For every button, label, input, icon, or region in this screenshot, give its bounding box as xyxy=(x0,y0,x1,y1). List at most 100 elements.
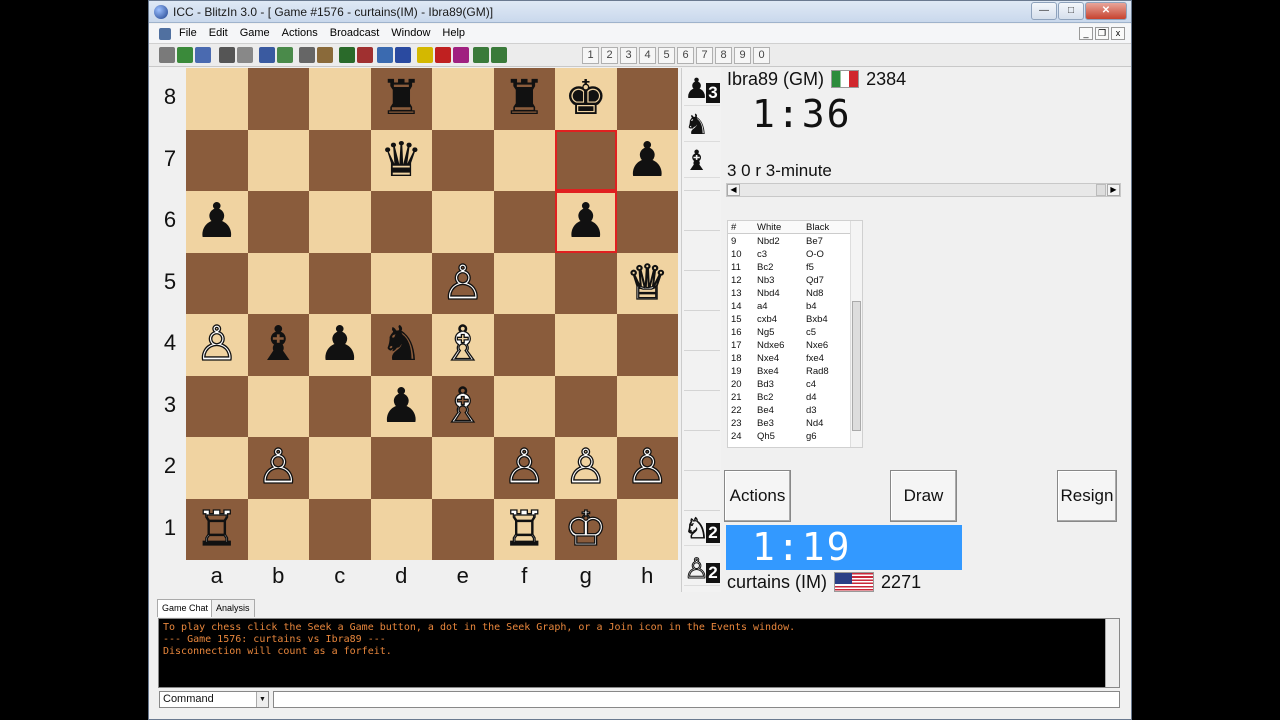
scroll-left-icon[interactable]: ◀ xyxy=(727,184,740,196)
command-input[interactable] xyxy=(273,691,1120,708)
white-move[interactable]: c3 xyxy=(757,249,767,260)
white-move[interactable]: Qh5 xyxy=(757,431,775,442)
black-rook-f8[interactable]: ♜ xyxy=(494,68,556,130)
black-move[interactable]: d3 xyxy=(806,405,817,416)
seek-icon[interactable] xyxy=(259,47,275,63)
square-a3[interactable] xyxy=(186,375,248,437)
move-row[interactable]: 12 Nb3 Qd7 xyxy=(728,274,852,287)
move-row[interactable]: 20 Bd3 c4 xyxy=(728,378,852,391)
new-board-icon[interactable] xyxy=(159,47,175,63)
resign-button[interactable]: Resign xyxy=(1057,470,1117,522)
game2-icon[interactable] xyxy=(453,47,469,63)
chat-scrollbar[interactable] xyxy=(1105,619,1119,687)
square-c2[interactable] xyxy=(309,437,371,499)
black-pawn-d3[interactable]: ♟ xyxy=(371,376,433,438)
tab-game-chat[interactable]: Game Chat xyxy=(157,599,214,617)
game-slot-5-button[interactable]: 5 xyxy=(658,47,675,64)
black-bishop-b4[interactable]: ♝ xyxy=(248,314,310,376)
black-move[interactable]: Nd4 xyxy=(806,418,823,429)
move-row[interactable]: 14 a4 b4 xyxy=(728,300,852,313)
observe-icon[interactable] xyxy=(357,47,373,63)
minimize-button[interactable]: — xyxy=(1031,2,1057,20)
move-row[interactable]: 23 Be3 Nd4 xyxy=(728,417,852,430)
black-move[interactable]: Nxe6 xyxy=(806,340,828,351)
square-a5[interactable] xyxy=(186,252,248,314)
draw-button[interactable]: Draw xyxy=(890,470,957,522)
black-move[interactable]: f5 xyxy=(806,262,814,273)
white-move[interactable]: Ng5 xyxy=(757,327,774,338)
game-slot-8-button[interactable]: 8 xyxy=(715,47,732,64)
square-c7[interactable] xyxy=(309,129,371,191)
white-move[interactable]: Be4 xyxy=(757,405,774,416)
white-move[interactable]: Nb3 xyxy=(757,275,774,286)
white-pawn-h2[interactable]: ♙ xyxy=(617,437,679,499)
white-pawn-b2[interactable]: ♙ xyxy=(248,437,310,499)
help-icon[interactable] xyxy=(395,47,411,63)
scroll-thumb[interactable] xyxy=(1096,184,1106,196)
black-move[interactable]: Rad8 xyxy=(806,366,829,377)
white-move[interactable]: a4 xyxy=(757,301,768,312)
game-slot-1-button[interactable]: 1 xyxy=(582,47,599,64)
white-pawn-e5[interactable]: ♙ xyxy=(432,253,494,315)
square-f6[interactable] xyxy=(493,191,555,253)
mdi-minimize-button[interactable]: _ xyxy=(1079,27,1093,40)
scroll-right-icon[interactable]: ▶ xyxy=(1107,184,1120,196)
white-rook-a1[interactable]: ♖ xyxy=(186,499,248,561)
close-button[interactable]: ✕ xyxy=(1085,2,1127,20)
white-rook-f1[interactable]: ♖ xyxy=(494,499,556,561)
square-g5[interactable] xyxy=(555,252,617,314)
black-move[interactable]: Qd7 xyxy=(806,275,824,286)
people-icon[interactable] xyxy=(339,47,355,63)
square-b1[interactable] xyxy=(247,498,309,560)
square-g7[interactable] xyxy=(555,129,617,191)
menu-help[interactable]: Help xyxy=(442,27,465,39)
square-e2[interactable] xyxy=(432,437,494,499)
white-move[interactable]: Bxe4 xyxy=(757,366,779,377)
white-king-g1[interactable]: ♔ xyxy=(555,499,617,561)
move-row[interactable]: 15 cxb4 Bxb4 xyxy=(728,313,852,326)
black-move[interactable]: O-O xyxy=(806,249,824,260)
menu-file[interactable]: File xyxy=(179,27,197,39)
move-row[interactable]: 17 Ndxe6 Nxe6 xyxy=(728,339,852,352)
square-c1[interactable] xyxy=(309,498,371,560)
move-row[interactable]: 24 Qh5 g6 xyxy=(728,430,852,443)
square-h4[interactable] xyxy=(616,314,678,376)
move-row[interactable]: 16 Ng5 c5 xyxy=(728,326,852,339)
square-b8[interactable] xyxy=(247,68,309,130)
square-d6[interactable] xyxy=(370,191,432,253)
white-pawn-g2[interactable]: ♙ xyxy=(555,437,617,499)
white-move[interactable]: Nbd4 xyxy=(757,288,780,299)
white-move[interactable]: Ndxe6 xyxy=(757,340,784,351)
finger-icon[interactable] xyxy=(417,47,433,63)
square-e7[interactable] xyxy=(432,129,494,191)
move-row[interactable]: 19 Bxe4 Rad8 xyxy=(728,365,852,378)
horizontal-scrollbar[interactable]: ◀ ▶ xyxy=(726,183,1121,197)
square-g4[interactable] xyxy=(555,314,617,376)
square-f3[interactable] xyxy=(493,375,555,437)
square-c5[interactable] xyxy=(309,252,371,314)
white-move[interactable]: Nbd2 xyxy=(757,236,780,247)
square-b5[interactable] xyxy=(247,252,309,314)
menu-window[interactable]: Window xyxy=(391,27,430,39)
game-slot-4-button[interactable]: 4 xyxy=(639,47,656,64)
move-row[interactable]: 9 Nbd2 Be7 xyxy=(728,235,852,248)
white-move[interactable]: Bc2 xyxy=(757,262,773,273)
black-move[interactable]: b4 xyxy=(806,301,817,312)
white-move[interactable]: cxb4 xyxy=(757,314,777,325)
square-a8[interactable] xyxy=(186,68,248,130)
game-slot-2-button[interactable]: 2 xyxy=(601,47,618,64)
black-pawn-c4[interactable]: ♟ xyxy=(309,314,371,376)
game4-icon[interactable] xyxy=(491,47,507,63)
graph-icon[interactable] xyxy=(277,47,293,63)
move-row[interactable]: 21 Bc2 d4 xyxy=(728,391,852,404)
white-move[interactable]: Nxe4 xyxy=(757,353,779,364)
move-list[interactable]: # White Black 9 Nbd2 Be7 10 c3 O-O 11 Bc2 f5 12 Nb… xyxy=(727,220,863,448)
game3-icon[interactable] xyxy=(473,47,489,63)
print-icon[interactable] xyxy=(219,47,235,63)
chat-output[interactable]: To play chess click the Seek a Game butt… xyxy=(158,618,1120,688)
black-move[interactable]: g6 xyxy=(806,431,817,442)
actions-button[interactable]: Actions xyxy=(724,470,791,522)
game-slot-6-button[interactable]: 6 xyxy=(677,47,694,64)
game-slot-7-button[interactable]: 7 xyxy=(696,47,713,64)
black-move[interactable]: fxe4 xyxy=(806,353,824,364)
